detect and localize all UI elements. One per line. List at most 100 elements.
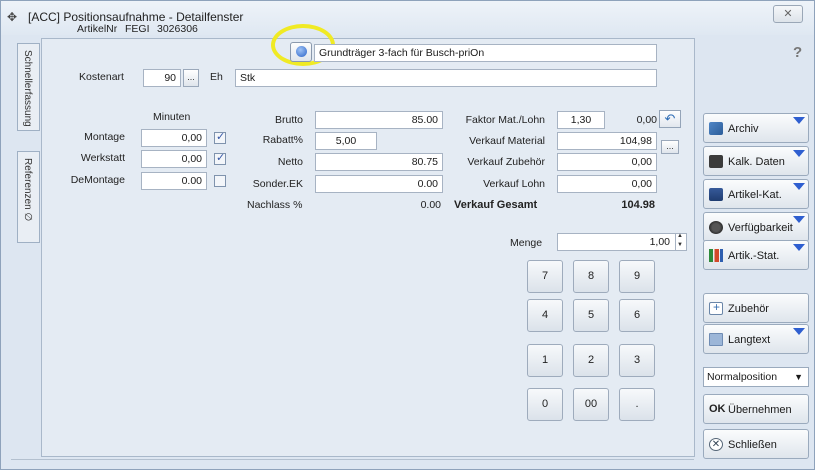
long-text-icon bbox=[709, 333, 723, 346]
article-nr-prefix: FEGI bbox=[125, 23, 150, 35]
flag-icon bbox=[793, 183, 805, 190]
chevron-down-icon: ▼ bbox=[794, 372, 803, 382]
keypad-2[interactable]: 2 bbox=[573, 344, 609, 377]
werkstatt-label: Werkstatt bbox=[80, 152, 125, 164]
tab-schnellerfassung-label: Schnellerfassung bbox=[22, 50, 33, 127]
tab-referenzen[interactable]: Referenzen ∅ bbox=[17, 151, 40, 243]
keypad-0[interactable]: 0 bbox=[527, 388, 563, 421]
keypad-6[interactable]: 6 bbox=[619, 299, 655, 332]
article-nr-label: ArtikelNr bbox=[77, 23, 118, 35]
rabatt-label: Rabatt% bbox=[262, 134, 303, 146]
artikel-kat-button[interactable]: Artikel-Kat. bbox=[703, 179, 809, 209]
verkauf-lohn-field[interactable]: 0,00 bbox=[557, 175, 657, 193]
title-bar: ✥ [ACC] Positionsaufnahme - Detailfenste… bbox=[1, 1, 814, 35]
montage-label: Montage bbox=[84, 131, 125, 143]
artik-stat-button[interactable]: Artik.-Stat. bbox=[703, 240, 809, 270]
app-icon: ✥ bbox=[7, 10, 17, 24]
statistics-icon bbox=[709, 249, 723, 262]
verfuegbarkeit-button[interactable]: Verfügbarkeit bbox=[703, 212, 809, 242]
verfuegbarkeit-label: Verfügbarkeit bbox=[728, 222, 793, 234]
montage-checkbox[interactable] bbox=[214, 130, 226, 144]
keypad-00[interactable]: 00 bbox=[573, 388, 609, 421]
flag-icon bbox=[793, 117, 805, 124]
verkauf-material-field[interactable]: 104,98 bbox=[557, 132, 657, 150]
schliessen-label: Schließen bbox=[728, 439, 777, 451]
flag-icon bbox=[793, 216, 805, 223]
minutes-header: Minuten bbox=[153, 111, 191, 123]
keypad-decimal[interactable]: . bbox=[619, 388, 655, 421]
demontage-checkbox[interactable] bbox=[214, 175, 226, 187]
demontage-field[interactable]: 0.00 bbox=[141, 172, 207, 190]
catalog-icon bbox=[709, 188, 723, 201]
article-description-field[interactable]: Grundträger 3-fach für Busch-priOn bbox=[314, 44, 657, 62]
werkstatt-checkbox[interactable] bbox=[214, 151, 226, 165]
kostenart-field[interactable]: 90 bbox=[143, 69, 181, 87]
netto-field[interactable]: 80.75 bbox=[315, 153, 443, 171]
position-type-select[interactable]: Normalposition ▼ bbox=[703, 367, 809, 387]
eh-field[interactable]: Stk bbox=[235, 69, 657, 87]
keypad-7[interactable]: 7 bbox=[527, 260, 563, 293]
keypad-5[interactable]: 5 bbox=[573, 299, 609, 332]
help-button[interactable]: ? bbox=[793, 44, 802, 61]
window-close-button[interactable]: ✕ bbox=[773, 5, 803, 23]
schliessen-button[interactable]: ✕ Schließen bbox=[703, 429, 809, 459]
zubehoer-label: Zubehör bbox=[728, 303, 769, 315]
brutto-field[interactable]: 85.00 bbox=[315, 111, 443, 129]
verkauf-zubehoer-field[interactable]: 0,00 bbox=[557, 153, 657, 171]
tab-schnellerfassung[interactable]: Schnellerfassung bbox=[17, 43, 40, 131]
uebernehmen-button[interactable]: OK Übernehmen bbox=[703, 394, 809, 424]
verkauf-lohn-label: Verkauf Lohn bbox=[483, 178, 545, 190]
close-icon: ✕ bbox=[709, 438, 723, 451]
keypad-8[interactable]: 8 bbox=[573, 260, 609, 293]
eh-label: Eh bbox=[210, 71, 223, 83]
keypad-9[interactable]: 9 bbox=[619, 260, 655, 293]
faktor-label: Faktor Mat./Lohn bbox=[465, 114, 545, 126]
verkauf-zubehoer-label: Verkauf Zubehör bbox=[467, 156, 545, 168]
faktor-extra-value: 0,00 bbox=[636, 114, 657, 126]
calculator-icon bbox=[709, 155, 723, 168]
kalk-daten-button[interactable]: Kalk. Daten bbox=[703, 146, 809, 176]
flag-icon bbox=[793, 328, 805, 335]
add-accessory-icon bbox=[709, 300, 723, 315]
dialog-window: ✥ [ACC] Positionsaufnahme - Detailfenste… bbox=[0, 0, 815, 470]
verkauf-gesamt-label: Verkauf Gesamt bbox=[454, 199, 538, 211]
keypad-1[interactable]: 1 bbox=[527, 344, 563, 377]
flag-icon bbox=[793, 244, 805, 251]
archiv-button[interactable]: Archiv bbox=[703, 113, 809, 143]
archive-icon bbox=[709, 122, 723, 135]
faktor-field[interactable]: 1,30 bbox=[557, 111, 605, 129]
netto-label: Netto bbox=[277, 156, 303, 168]
position-type-value: Normalposition bbox=[707, 371, 778, 383]
kostenart-label: Kostenart bbox=[79, 71, 124, 83]
montage-field[interactable]: 0,00 bbox=[141, 129, 207, 147]
ok-icon: OK bbox=[709, 403, 726, 415]
web-globe-icon[interactable] bbox=[290, 42, 312, 62]
kostenart-browse-button[interactable]: ... bbox=[183, 69, 199, 87]
status-bar bbox=[11, 459, 694, 465]
flag-icon bbox=[793, 150, 805, 157]
artik-stat-label: Artik.-Stat. bbox=[728, 250, 780, 262]
availability-icon bbox=[709, 221, 723, 234]
langtext-button[interactable]: Langtext bbox=[703, 324, 809, 354]
nachlass-label: Nachlass % bbox=[247, 199, 303, 211]
rabatt-field[interactable]: 5,00 bbox=[315, 132, 377, 150]
kalk-daten-label: Kalk. Daten bbox=[728, 156, 785, 168]
sonder-ek-field[interactable]: 0.00 bbox=[315, 175, 443, 193]
reset-faktor-button[interactable]: ↶ bbox=[659, 110, 681, 128]
menge-stepper[interactable] bbox=[675, 233, 686, 250]
material-browse-button[interactable]: ... bbox=[661, 140, 679, 154]
sonder-ek-label: Sonder.EK bbox=[252, 178, 303, 190]
keypad-3[interactable]: 3 bbox=[619, 344, 655, 377]
article-nr-value: 3026306 bbox=[157, 23, 198, 35]
menge-label: Menge bbox=[510, 237, 543, 249]
zubehoer-button[interactable]: Zubehör bbox=[703, 293, 809, 323]
archiv-label: Archiv bbox=[728, 123, 759, 135]
artikel-kat-label: Artikel-Kat. bbox=[728, 189, 782, 201]
tab-referenzen-label: Referenzen ∅ bbox=[22, 158, 33, 222]
uebernehmen-label: Übernehmen bbox=[728, 404, 792, 416]
nachlass-value: 0.00 bbox=[420, 199, 441, 211]
werkstatt-field[interactable]: 0,00 bbox=[141, 150, 207, 168]
langtext-label: Langtext bbox=[728, 334, 771, 346]
keypad-4[interactable]: 4 bbox=[527, 299, 563, 332]
menge-field[interactable]: 1,00 bbox=[557, 233, 687, 251]
